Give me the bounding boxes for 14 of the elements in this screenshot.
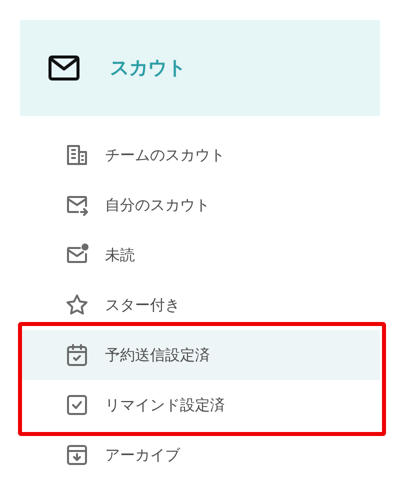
menu-item[interactable]: リマインド設定済 [20,380,380,430]
building-icon [65,143,89,167]
mail-icon [48,55,80,81]
checkbox-icon [65,393,89,417]
star-icon [65,293,89,317]
menu-item[interactable]: 予約送信設定済 [20,330,380,380]
menu-item[interactable]: スター付き [20,280,380,330]
mail-arrow-icon [65,193,89,217]
calendar-check-icon [65,343,89,367]
archive-icon [65,443,89,467]
menu-item[interactable]: アーカイブ [20,430,380,480]
menu-item[interactable]: 自分のスカウト [20,180,380,230]
menu-item[interactable]: チームのスカウト [20,130,380,180]
menu-item[interactable]: 未読 [20,230,380,280]
